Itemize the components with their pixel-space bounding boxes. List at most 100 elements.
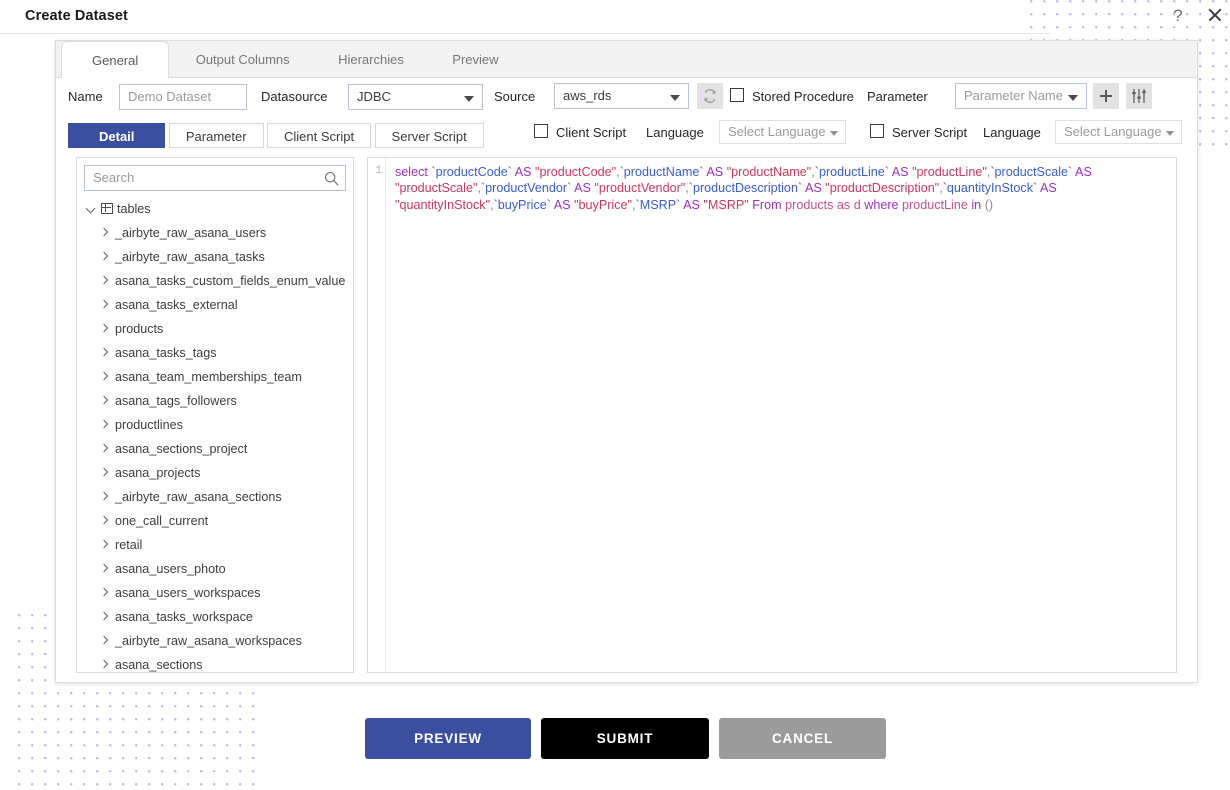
server-script-checkbox[interactable] bbox=[870, 124, 884, 138]
tree-item[interactable]: asana_users_photo bbox=[77, 557, 353, 581]
tree-item-label: asana_team_memberships_team bbox=[115, 370, 302, 384]
header-divider bbox=[0, 33, 1050, 34]
cancel-button[interactable]: CANCEL bbox=[719, 718, 886, 759]
chevron-down-icon bbox=[830, 131, 838, 136]
sql-token: "productName" bbox=[726, 165, 812, 179]
chevron-right-icon[interactable] bbox=[99, 491, 109, 501]
refresh-icon bbox=[704, 89, 716, 103]
tab-preview[interactable]: Preview bbox=[430, 41, 520, 78]
tree-item-label: _airbyte_raw_asana_sections bbox=[115, 490, 282, 504]
tree-item[interactable]: productlines bbox=[77, 413, 353, 437]
tree-item[interactable]: _airbyte_raw_asana_workspaces bbox=[77, 629, 353, 653]
subtab-server-script[interactable]: Server Script bbox=[374, 123, 484, 148]
chevron-right-icon[interactable] bbox=[99, 299, 109, 309]
chevron-right-icon[interactable] bbox=[99, 371, 109, 381]
tree-item[interactable]: asana_tags_followers bbox=[77, 389, 353, 413]
preview-button[interactable]: PREVIEW bbox=[365, 718, 531, 759]
tree-item[interactable]: asana_tasks_custom_fields_enum_value bbox=[77, 269, 353, 293]
tree-item[interactable]: asana_tasks_external bbox=[77, 293, 353, 317]
stored-procedure-checkbox[interactable] bbox=[730, 88, 744, 102]
tree-item[interactable]: _airbyte_raw_asana_tasks bbox=[77, 245, 353, 269]
tree-item-label: retail bbox=[115, 538, 143, 552]
subtab-detail[interactable]: Detail bbox=[68, 123, 166, 148]
sql-editor-panel[interactable]: 1 select `productCode` AS "productCode",… bbox=[367, 157, 1177, 673]
parameter-settings-button[interactable] bbox=[1126, 83, 1152, 109]
tree-item[interactable]: _airbyte_raw_asana_sections bbox=[77, 485, 353, 509]
tree-item-label: asana_sections_project bbox=[115, 442, 248, 456]
chevron-right-icon[interactable] bbox=[99, 443, 109, 453]
refresh-button[interactable] bbox=[697, 83, 723, 109]
chevron-right-icon[interactable] bbox=[99, 515, 109, 525]
chevron-right-icon[interactable] bbox=[99, 563, 109, 573]
tree-item-label: asana_tasks_workspace bbox=[115, 610, 253, 624]
sql-token: `productDescription` bbox=[688, 181, 803, 196]
tree-item[interactable]: asana_tasks_tags bbox=[77, 341, 353, 365]
chevron-right-icon[interactable] bbox=[99, 395, 109, 405]
tree-root-label: tables bbox=[117, 202, 151, 216]
client-language-label: Language bbox=[646, 125, 704, 140]
source-select[interactable]: aws_rds bbox=[554, 83, 689, 109]
tree-item[interactable]: asana_sections_project bbox=[77, 437, 353, 461]
chevron-down-icon bbox=[1068, 95, 1078, 101]
tree-item[interactable]: retail bbox=[77, 533, 353, 557]
chevron-right-icon[interactable] bbox=[99, 539, 109, 549]
tab-output-columns[interactable]: Output Columns bbox=[174, 41, 312, 78]
name-input[interactable]: Demo Dataset bbox=[119, 84, 247, 110]
tree-item[interactable]: asana_projects bbox=[77, 461, 353, 485]
tree-item-label: _airbyte_raw_asana_workspaces bbox=[115, 634, 302, 648]
search-placeholder: Search bbox=[93, 170, 135, 185]
help-icon[interactable]: ? bbox=[1168, 6, 1188, 26]
server-language-select[interactable]: Select Language bbox=[1055, 120, 1182, 144]
parameter-name-value: Parameter Name bbox=[964, 88, 1063, 103]
sql-token: "productVendor" bbox=[594, 181, 686, 196]
chevron-right-icon[interactable] bbox=[99, 227, 109, 237]
chevron-right-icon[interactable] bbox=[99, 611, 109, 621]
chevron-right-icon[interactable] bbox=[99, 275, 109, 285]
chevron-right-icon[interactable] bbox=[99, 419, 109, 429]
tables-panel: Search tables _airbyte_raw_asana_users _a… bbox=[76, 157, 354, 673]
parameter-name-select[interactable]: Parameter Name bbox=[955, 83, 1087, 109]
chevron-right-icon[interactable] bbox=[99, 347, 109, 357]
subtab-parameter[interactable]: Parameter bbox=[168, 123, 264, 148]
sql-token: AS bbox=[550, 197, 575, 212]
tree-item-label: _airbyte_raw_asana_tasks bbox=[115, 250, 265, 264]
tree-item[interactable]: asana_tasks_workspace bbox=[77, 605, 353, 629]
tree-item[interactable]: asana_team_memberships_team bbox=[77, 365, 353, 389]
tree-item[interactable]: asana_users_workspaces bbox=[77, 581, 353, 605]
chevron-right-icon[interactable] bbox=[99, 251, 109, 261]
tree-item-label: asana_tags_followers bbox=[115, 394, 237, 408]
sql-token: `buyPrice` bbox=[493, 197, 551, 212]
chevron-right-icon[interactable] bbox=[99, 467, 109, 477]
sql-token: products as d bbox=[785, 197, 861, 212]
tab-general[interactable]: General bbox=[61, 41, 170, 79]
sql-token: () bbox=[984, 197, 994, 212]
tree-item-label: asana_users_photo bbox=[115, 562, 226, 576]
chevron-right-icon[interactable] bbox=[99, 659, 109, 669]
client-language-select[interactable]: Select Language bbox=[719, 120, 846, 144]
subtab-client-script[interactable]: Client Script bbox=[267, 123, 372, 148]
tree-item[interactable]: products bbox=[77, 317, 353, 341]
client-script-label: Client Script bbox=[556, 125, 627, 140]
close-icon[interactable] bbox=[1205, 5, 1225, 25]
sql-token: `productVendor` bbox=[480, 181, 572, 196]
search-input[interactable]: Search bbox=[84, 165, 346, 191]
add-parameter-button[interactable] bbox=[1093, 83, 1119, 109]
tree-root-tables[interactable]: tables bbox=[77, 197, 353, 221]
tree-item[interactable]: one_call_current bbox=[77, 509, 353, 533]
chevron-right-icon[interactable] bbox=[99, 587, 109, 597]
source-label: Source bbox=[494, 89, 536, 104]
chevron-right-icon[interactable] bbox=[99, 635, 109, 645]
submit-button[interactable]: SUBMIT bbox=[541, 718, 709, 759]
tree-item[interactable]: asana_sections bbox=[77, 653, 353, 672]
tab-hierarchies[interactable]: Hierarchies bbox=[316, 41, 426, 78]
datasource-select[interactable]: JDBC bbox=[348, 84, 483, 110]
sql-token: `productLine` bbox=[814, 165, 889, 179]
tree-item[interactable]: _airbyte_raw_asana_users bbox=[77, 221, 353, 245]
sql-token: "productCode" bbox=[535, 165, 617, 179]
sql-token: AS bbox=[1072, 165, 1092, 179]
client-script-checkbox[interactable] bbox=[534, 124, 548, 138]
parameter-label: Parameter bbox=[867, 89, 928, 104]
sql-token: `productName` bbox=[619, 165, 704, 179]
chevron-right-icon[interactable] bbox=[99, 323, 109, 333]
sql-query-text[interactable]: select `productCode` AS "productCode",`p… bbox=[395, 164, 1168, 213]
